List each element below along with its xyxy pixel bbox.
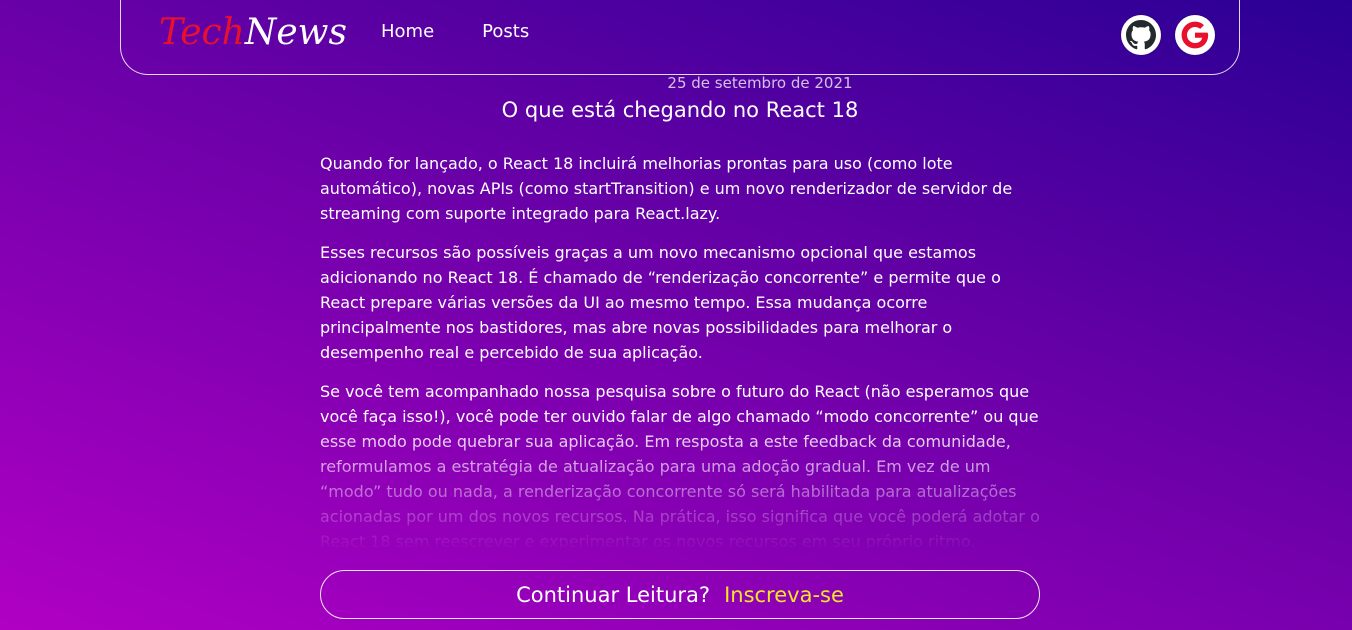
google-button[interactable]	[1175, 15, 1215, 55]
site-logo[interactable]: TechNews	[159, 12, 347, 53]
github-icon	[1126, 20, 1156, 50]
article-paragraph: Esses recursos são possíveis graças a um…	[320, 243, 1001, 362]
nav-home-link[interactable]: Home	[381, 21, 434, 42]
nav-posts-link[interactable]: Posts	[482, 21, 529, 42]
article-date: 25 de setembro de 2021	[667, 74, 853, 92]
article-title: O que está chegando no React 18	[501, 98, 859, 122]
google-icon	[1181, 21, 1209, 49]
logo-tech: Tech	[159, 12, 245, 53]
main-nav: Home Posts	[381, 21, 529, 42]
site-header: TechNews Home Posts	[120, 0, 1240, 75]
logo-news: News	[244, 12, 347, 53]
subscribe-button[interactable]: Inscreva-se	[724, 583, 844, 607]
continue-reading-label: Continuar Leitura?	[516, 582, 711, 607]
article-paragraph: Se você tem acompanhado nossa pesquisa s…	[320, 382, 1040, 551]
social-links	[1121, 15, 1215, 55]
subscribe-bar: Continuar Leitura? Inscreva-se	[320, 570, 1040, 619]
github-button[interactable]	[1121, 15, 1161, 55]
article-content: Quando for lançado, o React 18 incluirá …	[320, 151, 1040, 551]
article-paragraph: Quando for lançado, o React 18 incluirá …	[320, 154, 1013, 223]
